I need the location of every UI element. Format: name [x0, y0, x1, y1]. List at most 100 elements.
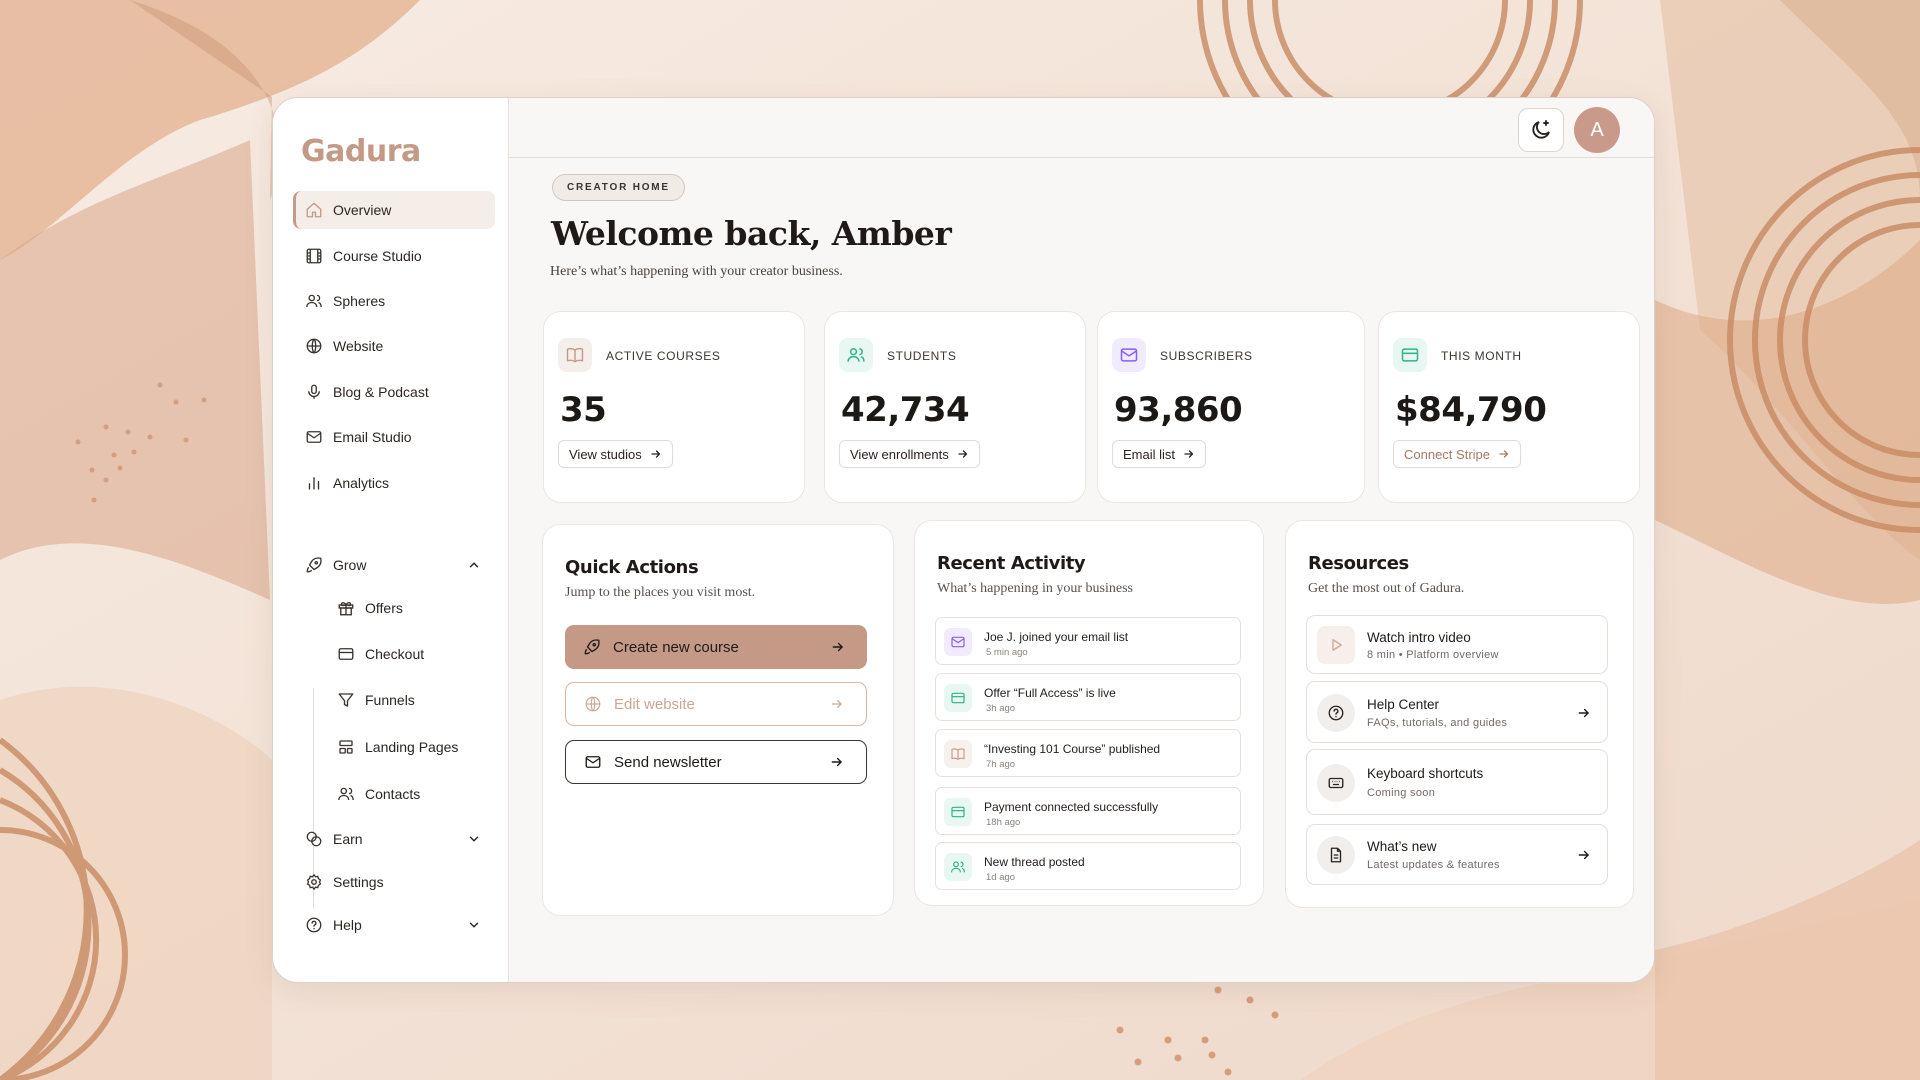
sidebar-item-website[interactable]: Website — [293, 327, 495, 365]
card-title: Recent Activity — [937, 553, 1086, 574]
activity-time: 7h ago — [986, 759, 1016, 770]
rocket-icon — [306, 557, 322, 573]
sidebar-item-landing-pages[interactable]: Landing Pages — [325, 728, 495, 766]
sidebar-item-spheres[interactable]: Spheres — [293, 282, 495, 320]
activity-item[interactable]: Joe J. joined your email list 5 min ago — [935, 617, 1241, 665]
card-title: Quick Actions — [565, 557, 699, 578]
sidebar-item-analytics[interactable]: Analytics — [293, 464, 495, 502]
avatar[interactable]: A — [1574, 107, 1620, 153]
resource-item-whats-new[interactable]: What’s new Latest updates & features — [1306, 824, 1608, 885]
theme-toggle-button[interactable] — [1518, 108, 1564, 152]
resource-item-help-center[interactable]: Help Center FAQs, tutorials, and guides — [1306, 681, 1608, 743]
send-newsletter-button[interactable]: Send newsletter — [565, 740, 867, 784]
activity-item[interactable]: “Investing 101 Course” published 7h ago — [935, 729, 1241, 777]
sidebar-item-funnels[interactable]: Funnels — [325, 681, 495, 719]
activity-icon-box — [944, 740, 972, 768]
sidebar-item-label: Website — [333, 338, 384, 354]
create-new-course-button[interactable]: Create new course — [565, 625, 867, 669]
sidebar-item-blog-podcast[interactable]: Blog & Podcast — [293, 373, 495, 411]
sidebar-item-earn[interactable]: Earn — [293, 820, 495, 858]
activity-icon-box — [944, 684, 972, 712]
funnel-icon — [338, 693, 354, 707]
globe-icon — [306, 338, 322, 354]
sidebar-item-label: Funnels — [365, 692, 415, 708]
moon-icon — [1532, 120, 1550, 139]
rocket-icon — [584, 639, 600, 655]
contacts-icon — [338, 787, 354, 801]
email-list-button[interactable]: Email list — [1112, 440, 1207, 468]
activity-icon-box — [944, 628, 972, 656]
stat-card-subscribers: SUBSCRIBERS 93,860 Email list — [1097, 311, 1365, 503]
view-studios-button[interactable]: View studios — [558, 440, 673, 468]
sidebar-item-grow[interactable]: Grow — [293, 546, 495, 584]
sidebar: Gadura Overview Course Studio Spheres We… — [273, 98, 509, 982]
sidebar-item-label: Analytics — [333, 475, 390, 491]
stat-card-students: STUDENTS 42,734 View enrollments — [824, 311, 1086, 503]
activity-title: Joe J. joined your email list — [984, 630, 1129, 644]
activity-title: New thread posted — [984, 855, 1085, 869]
stat-value: 93,860 — [1114, 390, 1243, 430]
stat-label: SUBSCRIBERS — [1160, 349, 1253, 363]
stat-card-active-courses: ACTIVE COURSES 35 View studios — [543, 311, 805, 503]
arrow-right-icon — [1499, 450, 1509, 458]
stat-value: 35 — [560, 390, 607, 430]
view-enrollments-button[interactable]: View enrollments — [839, 440, 980, 468]
arrow-right-icon — [1184, 450, 1194, 458]
document-icon — [1330, 847, 1342, 863]
button-label: Email list — [1123, 446, 1176, 462]
sidebar-item-label: Course Studio — [333, 248, 422, 264]
users-icon — [951, 861, 965, 873]
sidebar-item-overview[interactable]: Overview — [293, 191, 495, 229]
activity-item[interactable]: Offer “Full Access” is live 3h ago — [935, 673, 1241, 721]
sidebar-item-checkout[interactable]: Checkout — [325, 635, 495, 673]
sidebar-item-email-studio[interactable]: Email Studio — [293, 418, 495, 456]
mail-icon — [1120, 348, 1138, 362]
main-content: A CREATOR HOME Welcome back, Amber Here’… — [509, 98, 1654, 982]
sidebar-item-contacts[interactable]: Contacts — [325, 775, 495, 813]
button-label: Send newsletter — [614, 753, 722, 771]
page-subtitle: Here’s what’s happening with your creato… — [550, 264, 843, 279]
book-icon — [951, 748, 965, 760]
book-icon — [566, 347, 584, 363]
edit-website-button[interactable]: Edit website — [565, 682, 867, 726]
resource-icon-box — [1317, 836, 1355, 874]
top-bar: A — [509, 98, 1654, 158]
sidebar-item-label: Contacts — [365, 786, 421, 802]
coins-icon — [306, 831, 322, 847]
help-circle-icon — [306, 917, 322, 933]
stat-icon — [558, 338, 592, 372]
resource-title: Watch intro video — [1367, 630, 1471, 645]
brand-logo[interactable]: Gadura — [301, 134, 421, 169]
button-label: Connect Stripe — [1404, 446, 1490, 462]
quick-actions-card: Quick Actions Jump to the places you vis… — [542, 524, 894, 916]
activity-time: 5 min ago — [986, 647, 1028, 658]
chevron-down-icon — [469, 922, 479, 928]
resource-item-intro-video[interactable]: Watch intro video 8 min • Platform overv… — [1306, 615, 1608, 674]
sidebar-item-help[interactable]: Help — [293, 906, 495, 944]
mail-icon — [306, 431, 322, 443]
card-subtitle: What’s happening in your business — [937, 581, 1133, 596]
activity-item[interactable]: New thread posted 1d ago — [935, 842, 1241, 890]
sidebar-item-settings[interactable]: Settings — [293, 863, 495, 901]
gift-icon — [338, 601, 354, 616]
chevron-up-icon — [469, 562, 479, 568]
sidebar-item-course-studio[interactable]: Course Studio — [293, 237, 495, 275]
stat-card-this-month: THIS MONTH $84,790 Connect Stripe — [1378, 311, 1640, 503]
sidebar-item-label: Email Studio — [333, 429, 412, 445]
sidebar-item-offers[interactable]: Offers — [325, 589, 495, 627]
mail-icon — [585, 756, 601, 768]
sidebar-item-label: Spheres — [333, 293, 386, 309]
activity-item[interactable]: Payment connected successfully 18h ago — [935, 787, 1241, 835]
keyboard-icon — [1328, 777, 1344, 789]
resource-subtitle: Coming soon — [1367, 787, 1436, 799]
activity-title: “Investing 101 Course” published — [984, 742, 1161, 756]
stat-icon — [1393, 338, 1427, 372]
card-title: Resources — [1308, 553, 1409, 574]
page-title: Welcome back, Amber — [551, 214, 952, 253]
sidebar-item-label: Landing Pages — [365, 739, 459, 755]
resource-item-keyboard-shortcuts[interactable]: Keyboard shortcuts Coming soon — [1306, 749, 1608, 815]
connect-stripe-button[interactable]: Connect Stripe — [1393, 440, 1521, 468]
chevron-down-icon — [469, 836, 479, 842]
resources-card: Resources Get the most out of Gadura. Wa… — [1285, 520, 1634, 908]
activity-icon-box — [944, 798, 972, 826]
